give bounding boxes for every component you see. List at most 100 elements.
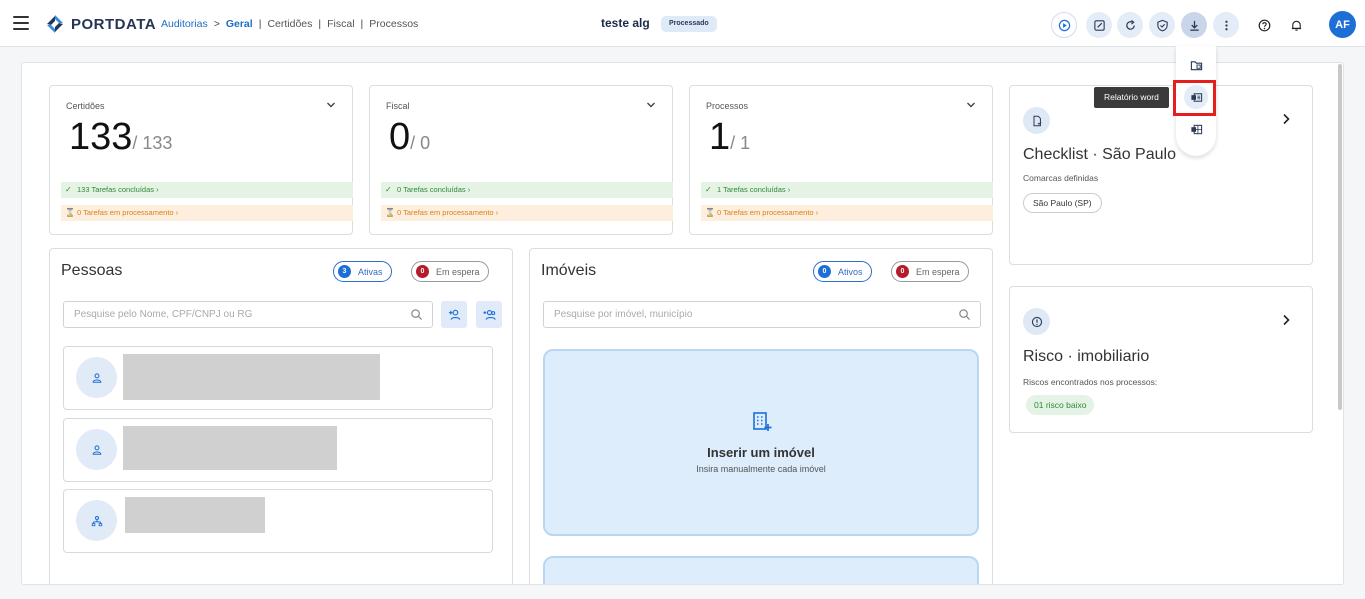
check-icon: ✓ [705, 185, 712, 194]
card-label: Certidões [66, 101, 105, 111]
pessoas-active-chip[interactable]: 3 Ativas [333, 261, 392, 282]
imoveis-search-input[interactable] [544, 302, 937, 327]
user-avatar[interactable]: AF [1329, 11, 1356, 38]
breadcrumb-fiscal[interactable]: Fiscal [327, 18, 354, 30]
more-options-button[interactable] [1213, 12, 1239, 38]
processing-tasks-pill[interactable]: ⌛ 0 Tarefas em processamento › [701, 205, 993, 221]
scrollbar[interactable] [1338, 64, 1342, 410]
breadcrumb: Auditorias > Geral | Certidões | Fiscal … [161, 18, 418, 30]
breadcrumb-divider: | [318, 18, 322, 30]
insert-imovel-title: Inserir um imóvel [707, 445, 815, 460]
breadcrumb-certidoes[interactable]: Certidões [267, 18, 312, 30]
imoveis-search [543, 301, 981, 328]
download-icon [1189, 20, 1199, 31]
chevron-right-icon[interactable] [1281, 314, 1291, 326]
notifications-button[interactable] [1283, 12, 1309, 38]
done-tasks-pill[interactable]: ✓ 0 Tarefas concluídas › [381, 182, 673, 198]
chevron-right-icon[interactable] [1281, 113, 1291, 125]
count-total: / 1 [730, 133, 751, 153]
fiscal-card: Fiscal 0/ 0 ✓ 0 Tarefas concluídas › ⌛ 0 T… [369, 85, 673, 235]
person-list-item[interactable] [63, 418, 493, 482]
redacted-block [123, 426, 337, 470]
risco-card[interactable]: Risco · imobiliario Riscos encontrados n… [1009, 286, 1313, 433]
hourglass-icon: ⌛ [705, 208, 715, 217]
run-button[interactable] [1051, 12, 1077, 38]
word-report-tooltip: Relatório word [1094, 87, 1169, 108]
processing-tasks-label: 0 Tarefas em processamento [77, 208, 174, 217]
refresh-button[interactable] [1117, 12, 1143, 38]
search-icon[interactable] [958, 308, 971, 321]
add-building-icon [753, 412, 772, 431]
pessoas-title: Pessoas [61, 262, 123, 279]
imoveis-waiting-chip[interactable]: 0 Em espera [891, 261, 969, 282]
active-label: Ativos [838, 266, 863, 277]
comarca-chip[interactable]: São Paulo (SP) [1023, 193, 1102, 213]
logo[interactable]: PORTDATA [45, 14, 156, 34]
insert-imovel-card[interactable]: Inserir um imóvel Insira manualmente cad… [543, 349, 979, 536]
processing-tasks-pill[interactable]: ⌛ 0 Tarefas em processamento › [61, 205, 353, 221]
processing-tasks-label: 0 Tarefas em processamento [717, 208, 814, 217]
check-icon: ✓ [385, 185, 392, 194]
bell-icon [1291, 20, 1301, 31]
processos-card: Processos 1/ 1 ✓ 1 Tarefas concluídas › ⌛… [689, 85, 993, 235]
portdata-logo-icon [45, 14, 65, 34]
card-label: Fiscal [386, 101, 410, 111]
risk-level-chip[interactable]: 01 risco baixo [1026, 395, 1095, 415]
chevron-down-icon[interactable] [966, 100, 976, 110]
chevron-down-icon[interactable] [646, 100, 656, 110]
imoveis-active-chip[interactable]: 0 Ativos [813, 261, 872, 282]
done-tasks-pill[interactable]: ✓ 133 Tarefas concluídas › [61, 182, 353, 198]
hamburger-menu-icon[interactable] [13, 16, 29, 30]
card-label: Processos [706, 101, 749, 111]
redacted-block [125, 497, 265, 533]
count-value: 1 [709, 116, 731, 158]
add-person-button[interactable] [441, 301, 467, 328]
checklist-subtitle: Comarcas definidas [1023, 173, 1099, 183]
pessoas-search [63, 301, 433, 328]
more-vertical-icon [1224, 20, 1228, 30]
chevron-down-icon[interactable] [326, 100, 336, 110]
count-value: 0 [389, 116, 411, 158]
done-tasks-label: 1 Tarefas concluídas [717, 185, 786, 194]
search-icon[interactable] [410, 308, 423, 321]
count-total: / 0 [410, 133, 431, 153]
page-title: teste alg [601, 16, 650, 30]
processing-tasks-pill[interactable]: ⌛ 0 Tarefas em processamento › [381, 205, 673, 221]
help-icon [1258, 19, 1270, 31]
certidoes-card: Certidões 133/ 133 ✓ 133 Tarefas concluíd… [49, 85, 353, 235]
breadcrumb-geral[interactable]: Geral [226, 18, 253, 30]
done-tasks-label: 0 Tarefas concluídas [397, 185, 466, 194]
excel-report-item[interactable] [1184, 117, 1208, 141]
add-person-icon [448, 309, 460, 320]
imoveis-panel: Imóveis 0 Ativos 0 Em espera Inserir um im… [529, 248, 993, 584]
download-folder-item[interactable] [1184, 53, 1208, 77]
done-tasks-pill[interactable]: ✓ 1 Tarefas concluídas › [701, 182, 993, 198]
check-icon: ✓ [65, 185, 72, 194]
alert-circle-icon [1023, 308, 1050, 335]
refresh-icon [1125, 19, 1135, 30]
download-button[interactable] [1181, 12, 1207, 38]
edit-button[interactable] [1086, 12, 1112, 38]
checklist-card[interactable]: Checklist · São Paulo Comarcas definidas… [1009, 85, 1313, 265]
waiting-count: 0 [416, 265, 429, 278]
pessoas-search-input[interactable] [64, 302, 396, 327]
pessoas-waiting-chip[interactable]: 0 Em espera [411, 261, 489, 282]
company-icon [76, 500, 117, 541]
add-group-icon [482, 310, 496, 320]
breadcrumb-auditorias[interactable]: Auditorias [161, 18, 208, 30]
play-icon [1058, 19, 1070, 31]
shield-button[interactable] [1149, 12, 1175, 38]
active-label: Ativas [358, 266, 383, 277]
risco-title: Risco · imobiliario [1023, 348, 1150, 365]
waiting-count: 0 [896, 265, 909, 278]
person-list-item[interactable] [63, 489, 493, 553]
card-value: 1/ 1 [709, 114, 750, 166]
imovel-card[interactable] [543, 556, 979, 584]
help-button[interactable] [1251, 12, 1277, 38]
waiting-label: Em espera [436, 266, 480, 277]
breadcrumb-processos[interactable]: Processos [369, 18, 418, 30]
breadcrumb-divider: | [258, 18, 262, 30]
main-panel: Certidões 133/ 133 ✓ 133 Tarefas concluíd… [21, 62, 1344, 585]
add-group-button[interactable] [476, 301, 502, 328]
person-list-item[interactable] [63, 346, 493, 410]
